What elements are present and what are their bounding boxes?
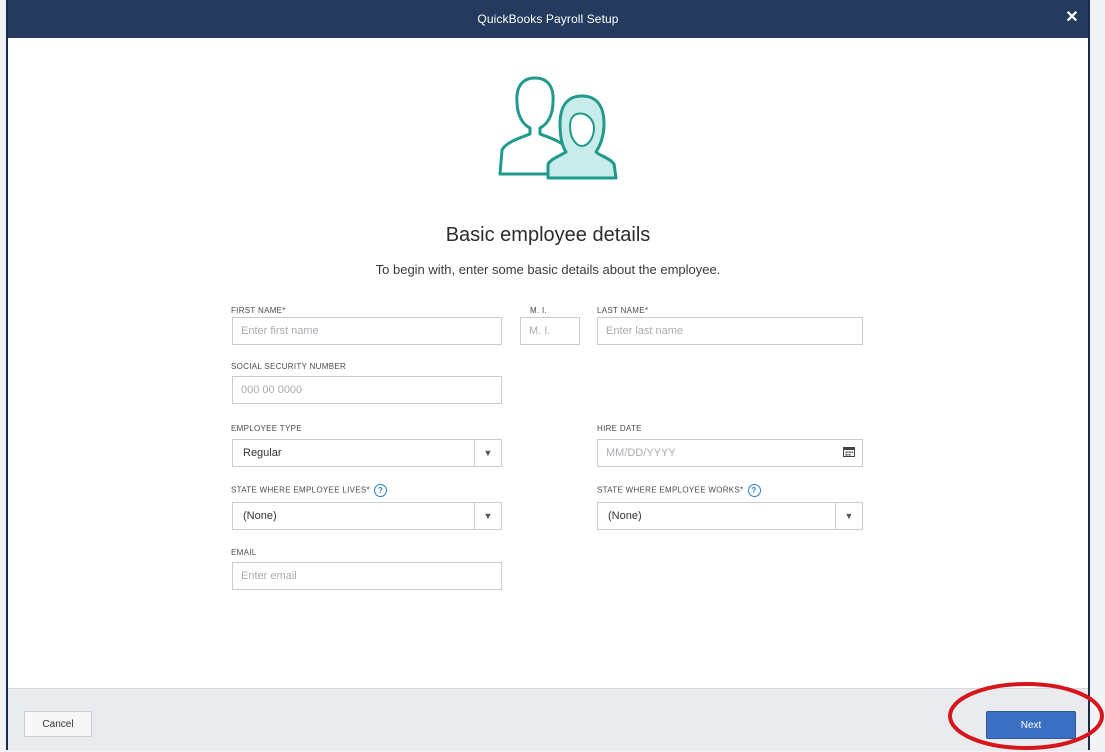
state-works-select[interactable]: (None) ▼	[597, 502, 863, 530]
first-name-label: FIRST NAME*	[231, 306, 286, 315]
email-field[interactable]	[232, 562, 502, 590]
help-icon[interactable]: ?	[747, 484, 761, 497]
calendar-icon[interactable]	[843, 446, 855, 457]
ssn-label: SOCIAL SECURITY NUMBER	[231, 362, 347, 371]
title-bar: QuickBooks Payroll Setup ✕	[8, 0, 1088, 38]
footer-bar: Cancel Next	[8, 688, 1088, 751]
payroll-setup-window: QuickBooks Payroll Setup ✕ Basic employe…	[6, 0, 1090, 751]
state-works-label-text: STATE WHERE EMPLOYEE WORKS*	[597, 485, 744, 495]
state-lives-label-text: STATE WHERE EMPLOYEE LIVES*	[231, 485, 370, 495]
close-icon[interactable]: ✕	[1062, 8, 1082, 28]
middle-initial-field[interactable]	[520, 317, 580, 345]
employee-type-select[interactable]: Regular ▼	[232, 439, 502, 467]
last-name-field[interactable]	[597, 317, 863, 345]
hire-date-wrapper	[597, 439, 863, 467]
page-subtitle: To begin with, enter some basic details …	[375, 262, 721, 277]
help-icon[interactable]: ?	[373, 484, 387, 497]
window-title: QuickBooks Payroll Setup	[477, 12, 619, 26]
chevron-down-icon: ▼	[474, 503, 501, 529]
email-label: EMAIL	[231, 548, 257, 557]
state-works-value: (None)	[608, 510, 642, 522]
page-title: Basic employee details	[445, 224, 651, 246]
hire-date-field[interactable]	[597, 439, 863, 467]
state-lives-label: STATE WHERE EMPLOYEE LIVES*?	[231, 484, 387, 497]
hire-date-label: HIRE DATE	[597, 424, 642, 433]
ssn-field[interactable]	[232, 376, 502, 404]
last-name-label: LAST NAME*	[597, 306, 649, 315]
chevron-down-icon: ▼	[474, 440, 501, 466]
state-lives-value: (None)	[243, 510, 277, 522]
employee-type-label: EMPLOYEE TYPE	[231, 424, 302, 433]
employees-avatar-icon	[490, 70, 620, 180]
cancel-button[interactable]: Cancel	[24, 711, 92, 737]
employee-type-value: Regular	[243, 447, 282, 459]
state-works-label: STATE WHERE EMPLOYEE WORKS*?	[597, 484, 761, 497]
first-name-field[interactable]	[232, 317, 502, 345]
next-button[interactable]: Next	[986, 711, 1076, 739]
chevron-down-icon: ▼	[835, 503, 862, 529]
middle-initial-label: M. I.	[530, 306, 548, 315]
state-lives-select[interactable]: (None) ▼	[232, 502, 502, 530]
